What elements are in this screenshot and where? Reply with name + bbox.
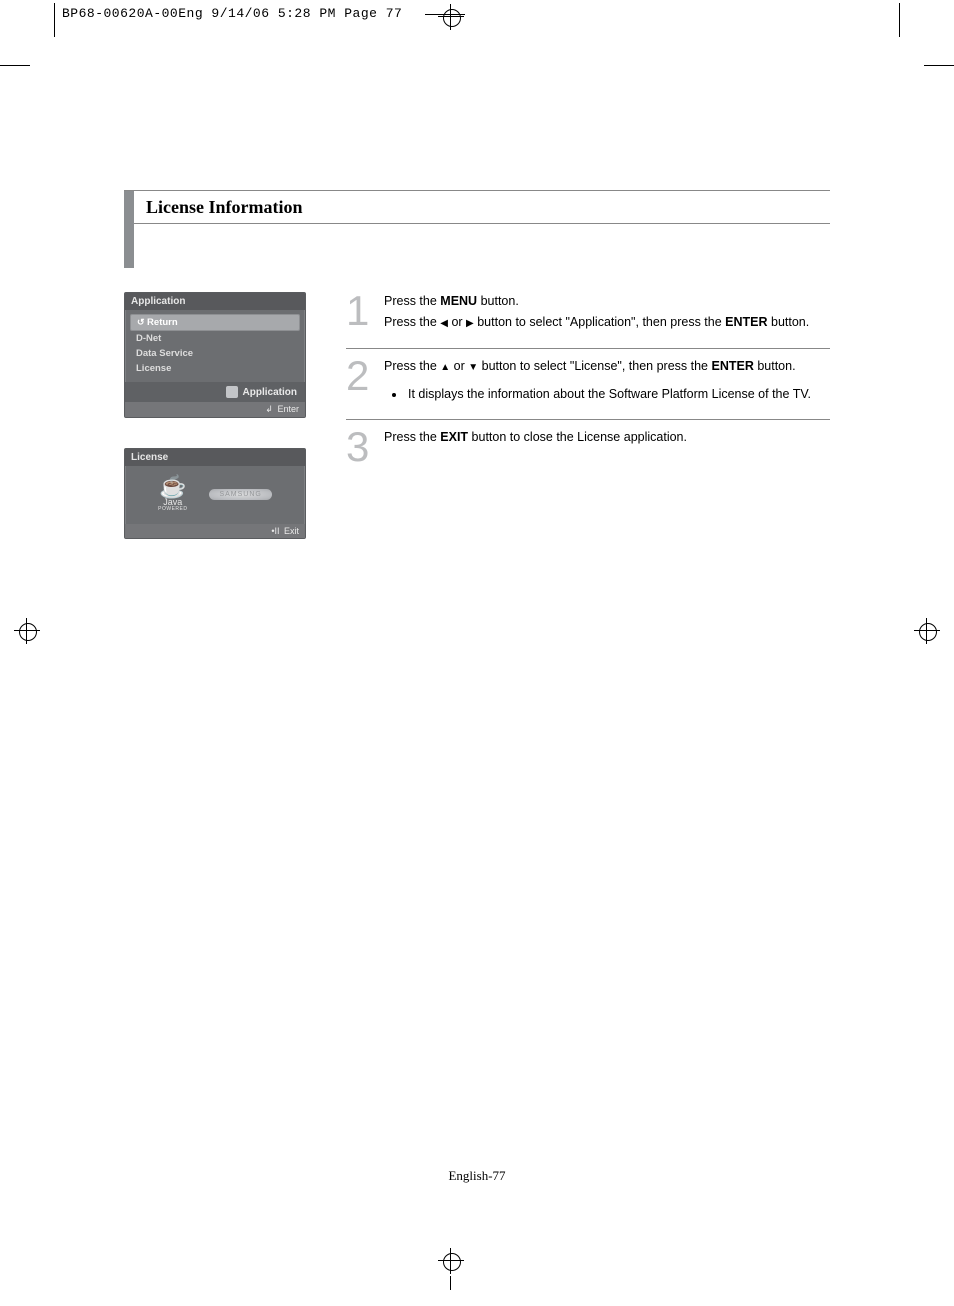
text: or [448, 315, 466, 329]
accent-bar [124, 191, 134, 223]
left-arrow-icon: ◀ [440, 317, 448, 332]
tv-menu-license: License ☕ Java POWERED SAMSUNG •II Exit [124, 448, 306, 539]
enter-label: Enter [277, 404, 299, 414]
registration-mark [916, 620, 938, 642]
print-slug: BP68-00620A-00Eng 9/14/06 5:28 PM Page 7… [62, 6, 402, 21]
tv-menu-title: Application [125, 293, 305, 310]
step-number: 1 [346, 292, 370, 332]
step-bullet: It displays the information about the So… [406, 385, 830, 403]
registration-mark [440, 1250, 462, 1272]
page-number: English-77 [124, 1168, 830, 1184]
tv-menu-footer: •II Exit [125, 524, 305, 538]
text: button to select "License", then press t… [478, 359, 711, 373]
enter-button-label: ENTER [711, 359, 753, 373]
step-body: Press the ▲ or ▼ button to select "Licen… [384, 357, 830, 404]
text: button. [768, 315, 810, 329]
tv-menu-category: Application [125, 382, 305, 402]
enter-button-label: ENTER [725, 315, 767, 329]
up-arrow-icon: ▲ [440, 361, 450, 376]
text: button. [754, 359, 796, 373]
crop-mark [54, 3, 55, 37]
exit-icon: •II [271, 526, 279, 536]
java-cup-icon: ☕ [159, 476, 186, 498]
accent-bar [124, 220, 134, 268]
exit-button-label: EXIT [440, 430, 468, 444]
tv-menu-title: License [125, 449, 305, 466]
step-1: 1 Press the MENU button. Press the ◀ or … [346, 292, 830, 348]
tv-menu-application: Application Return D-Net Data Service Li… [124, 292, 306, 418]
tv-menu-item: License [130, 361, 300, 376]
license-logo-row: ☕ Java POWERED SAMSUNG [125, 466, 305, 524]
tv-menu-item-return: Return [130, 314, 300, 331]
java-logo: ☕ Java POWERED [158, 476, 187, 512]
application-icon [226, 386, 238, 398]
tv-menu-footer: ↲ Enter [125, 402, 305, 417]
text: or [450, 359, 468, 373]
text: button. [477, 294, 519, 308]
text: Press the [384, 294, 440, 308]
down-arrow-icon: ▼ [468, 361, 478, 376]
exit-label: Exit [284, 526, 299, 536]
step-number: 3 [346, 428, 370, 466]
page-title: License Information [146, 197, 303, 218]
tv-menu-item: Data Service [130, 346, 300, 361]
text: button to close the License application. [468, 430, 687, 444]
samsung-logo: SAMSUNG [209, 489, 271, 500]
step-body: Press the EXIT button to close the Licen… [384, 428, 830, 466]
java-subtext: POWERED [158, 507, 187, 512]
crop-mark [924, 65, 954, 66]
menu-button-label: MENU [440, 294, 477, 308]
registration-mark [440, 6, 462, 28]
enter-icon: ↲ [265, 404, 273, 414]
text: button to select "Application", then pre… [474, 315, 725, 329]
right-arrow-icon: ▶ [466, 317, 474, 332]
registration-mark [16, 620, 38, 642]
text: Press the [384, 315, 440, 329]
tv-menu-item: D-Net [130, 331, 300, 346]
step-3: 3 Press the EXIT button to close the Lic… [346, 419, 830, 482]
section-header: License Information [124, 190, 830, 224]
crop-mark [450, 1276, 451, 1290]
step-number: 2 [346, 357, 370, 404]
text: Press the [384, 359, 440, 373]
crop-mark [899, 3, 900, 37]
crop-mark [0, 65, 30, 66]
text: Press the [384, 430, 440, 444]
step-body: Press the MENU button. Press the ◀ or ▶ … [384, 292, 830, 332]
tv-menu-category-label: Application [243, 387, 297, 398]
step-2: 2 Press the ▲ or ▼ button to select "Lic… [346, 348, 830, 420]
